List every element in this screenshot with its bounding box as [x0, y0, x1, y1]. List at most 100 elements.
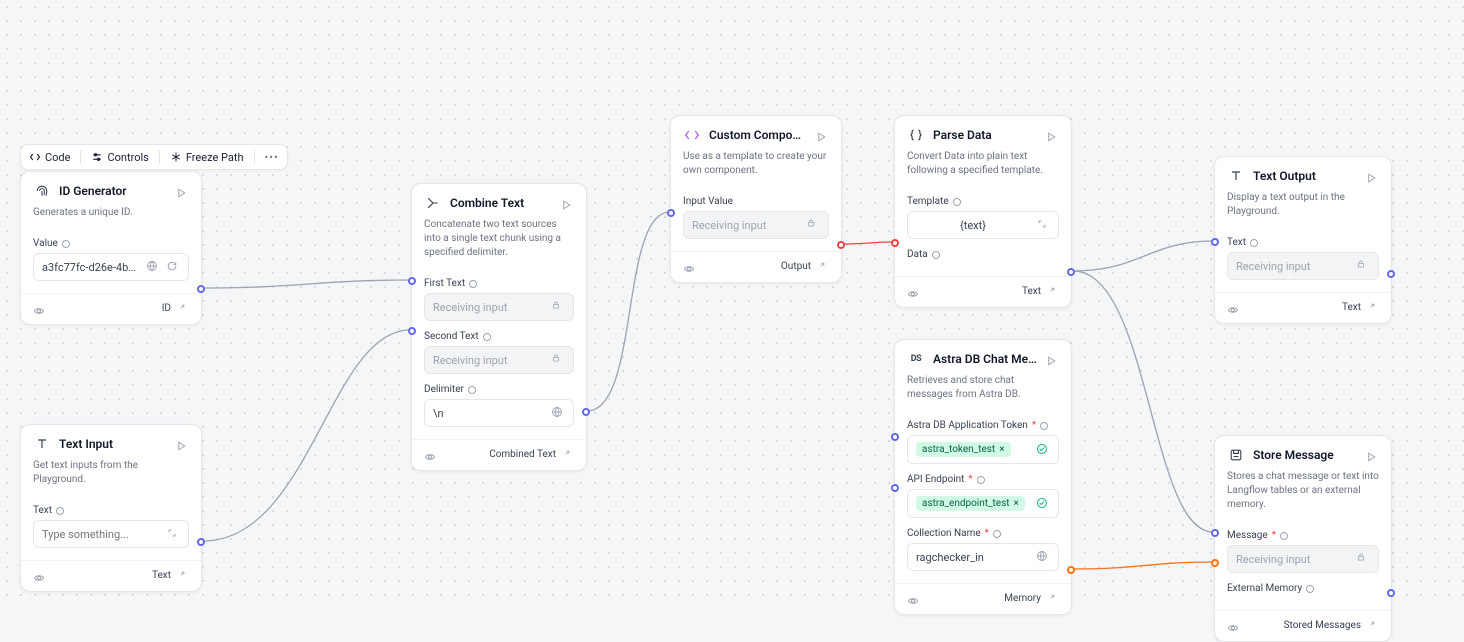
eye-icon[interactable]: [424, 448, 436, 460]
eye-icon[interactable]: [33, 569, 45, 581]
node-description: Retrieves and store chat messages from A…: [895, 374, 1071, 410]
eye-icon[interactable]: [683, 260, 695, 272]
template-input[interactable]: {text}: [907, 211, 1059, 239]
endpoint-value: astra_endpoint_test: [922, 498, 1010, 509]
info-icon: [483, 333, 491, 341]
output-port-memory[interactable]: [1067, 566, 1075, 574]
play-icon[interactable]: [1365, 169, 1379, 183]
collection-input[interactable]: ragchecker_in: [907, 543, 1059, 571]
link-icon: [1047, 592, 1059, 604]
link-icon: [1367, 301, 1379, 313]
play-icon[interactable]: [815, 128, 829, 142]
eye-icon[interactable]: [1227, 301, 1239, 313]
endpoint-input[interactable]: astra_endpoint_test ×: [907, 489, 1059, 518]
output-port-combined[interactable]: [582, 408, 590, 416]
delimiter-input[interactable]: \n: [424, 399, 574, 427]
refresh-icon[interactable]: [166, 260, 180, 274]
lock-icon: [551, 353, 565, 367]
output-port-id[interactable]: [197, 285, 205, 293]
field-label: Collection Name: [907, 528, 981, 539]
output-port-stored-messages[interactable]: [1387, 589, 1395, 597]
globe-icon: [551, 406, 565, 420]
output-port-text[interactable]: [1387, 270, 1395, 278]
play-icon[interactable]: [175, 437, 189, 451]
output-label: ID: [162, 303, 171, 314]
field-label: Input Value: [683, 196, 733, 207]
eye-icon[interactable]: [33, 302, 45, 314]
expand-icon[interactable]: [1036, 218, 1050, 232]
output-port-text[interactable]: [1067, 268, 1075, 276]
code-icon: [29, 151, 41, 163]
token-value: astra_token_test: [922, 444, 995, 455]
node-description: Display a text output in the Playground.: [1215, 191, 1391, 227]
globe-check-icon: [1036, 443, 1050, 457]
second-text-input[interactable]: Receiving input: [424, 346, 574, 374]
endpoint-chip[interactable]: astra_endpoint_test ×: [916, 496, 1025, 511]
play-icon[interactable]: [1365, 448, 1379, 462]
field-label: First Text: [424, 278, 465, 289]
info-icon: [977, 476, 985, 484]
node-description: Stores a chat message or text into Langf…: [1215, 470, 1391, 520]
eye-icon[interactable]: [1227, 619, 1239, 631]
globe-icon: [146, 260, 160, 274]
output-port-output[interactable]: [837, 241, 845, 249]
input-port-second[interactable]: [408, 327, 416, 335]
toolbar-more[interactable]: •••: [265, 151, 279, 164]
node-store-message[interactable]: Store Message Stores a chat message or t…: [1214, 435, 1392, 642]
toolbar-controls-label: Controls: [107, 151, 148, 164]
node-parse-data[interactable]: Parse Data Convert Data into plain text …: [894, 115, 1072, 308]
node-custom-component[interactable]: Custom Component Use as a template to cr…: [670, 115, 842, 283]
field-label: Value: [33, 238, 58, 249]
node-text-input[interactable]: Text Input Get text inputs from the Play…: [20, 424, 202, 592]
play-icon[interactable]: [560, 196, 574, 210]
node-id-generator[interactable]: ID Generator Generates a unique ID. Valu…: [20, 171, 202, 325]
input-port-token[interactable]: [891, 433, 899, 441]
input-port-first[interactable]: [408, 277, 416, 285]
lock-icon: [1356, 259, 1370, 273]
first-text-input[interactable]: Receiving input: [424, 293, 574, 321]
save-icon: [1227, 446, 1245, 464]
value-input[interactable]: a3fc77fc-d26e-4b05-9cd2-bd...: [33, 253, 189, 281]
node-combine-text[interactable]: Combine Text Concatenate two text source…: [411, 183, 587, 471]
message-input[interactable]: Receiving input: [1227, 545, 1379, 573]
text-output-input[interactable]: Receiving input: [1227, 252, 1379, 280]
eye-icon[interactable]: [907, 285, 919, 297]
receiving-label: Receiving input: [1236, 553, 1310, 566]
braces-icon: [907, 126, 925, 144]
input-port-data[interactable]: [891, 239, 899, 247]
input-value-field[interactable]: Receiving input: [683, 211, 829, 239]
toolbar-controls[interactable]: Controls: [91, 151, 148, 164]
token-chip[interactable]: astra_token_test ×: [916, 442, 1011, 457]
input-port-external-memory[interactable]: [1211, 559, 1219, 567]
field-label: API Endpoint: [907, 474, 964, 485]
text-icon: [1227, 167, 1245, 185]
expand-icon[interactable]: [166, 527, 180, 541]
output-label: Combined Text: [489, 449, 556, 460]
lock-icon: [1356, 552, 1370, 566]
field-label: Template: [907, 196, 949, 207]
info-icon: [1280, 532, 1288, 540]
field-label: Second Text: [424, 331, 479, 342]
eye-icon[interactable]: [907, 592, 919, 604]
output-port-text[interactable]: [197, 538, 205, 546]
input-port-input-value[interactable]: [667, 209, 675, 217]
text-input-field[interactable]: [33, 520, 189, 548]
remove-chip-icon[interactable]: ×: [999, 444, 1004, 455]
text-input[interactable]: [42, 528, 160, 541]
input-port-text[interactable]: [1211, 238, 1219, 246]
text-icon: [33, 435, 51, 453]
field-label: Data: [907, 249, 928, 260]
node-text-output[interactable]: Text Output Display a text output in the…: [1214, 156, 1392, 324]
play-icon[interactable]: [175, 184, 189, 198]
play-icon[interactable]: [1045, 128, 1059, 142]
input-port-endpoint[interactable]: [891, 484, 899, 492]
datastax-icon: DS: [907, 350, 925, 368]
play-icon[interactable]: [1045, 352, 1059, 366]
token-input[interactable]: astra_token_test ×: [907, 435, 1059, 464]
input-port-message[interactable]: [1211, 529, 1219, 537]
toolbar-freeze[interactable]: Freeze Path: [170, 151, 244, 164]
toolbar-code[interactable]: Code: [29, 151, 70, 164]
remove-chip-icon[interactable]: ×: [1014, 498, 1019, 509]
toolbar-separator: [80, 150, 81, 164]
node-astra-db-memory[interactable]: DS Astra DB Chat Memory Retrieves and st…: [894, 339, 1072, 615]
